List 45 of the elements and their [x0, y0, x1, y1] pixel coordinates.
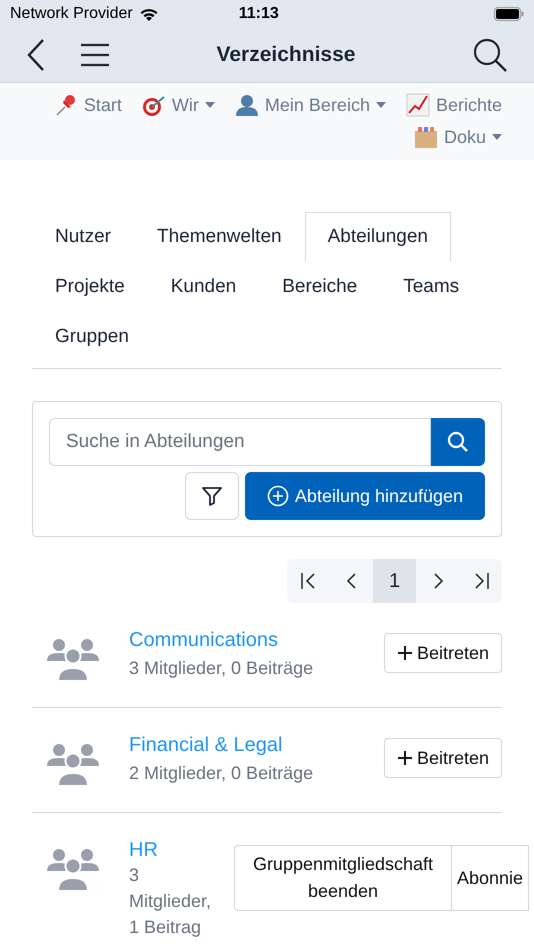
group-action-button[interactable]: Gruppenmitgliedschaft beenden [234, 845, 452, 911]
department-stats: 3 Mitglieder, 0 Beiträge [129, 658, 314, 679]
group-icon [47, 744, 99, 786]
search-icon [447, 431, 469, 453]
chart-icon [406, 93, 430, 117]
nav-menu-item[interactable]: Wir [142, 91, 215, 119]
plus-icon [396, 750, 413, 766]
tab[interactable]: Teams [380, 262, 482, 312]
page-title: Verzeichnisse [216, 43, 356, 67]
clock-time: 11:13 [238, 5, 279, 23]
nav-menu-item[interactable]: Doku [414, 123, 502, 151]
search-icon[interactable] [472, 37, 508, 73]
filter-icon [201, 485, 223, 507]
back-icon[interactable] [26, 38, 46, 72]
file-box-icon [414, 125, 438, 149]
pushpin-icon [54, 93, 78, 117]
tab[interactable]: Gruppen [32, 312, 152, 362]
battery-icon [494, 7, 524, 21]
nav-menu-item[interactable]: Mein Bereich [234, 91, 386, 119]
plus-icon [396, 645, 413, 661]
join-button[interactable]: Beitreten [384, 633, 502, 673]
tab[interactable]: Bereiche [259, 262, 380, 312]
join-button[interactable]: Beitreten [384, 738, 502, 778]
search-field[interactable]: Suche in Abteilungen [49, 418, 431, 466]
add-department-button[interactable]: Abteilung hinzufügen [245, 472, 485, 520]
nav-menu-item[interactable]: Berichte [406, 91, 502, 119]
page-button[interactable]: 1 [373, 559, 416, 603]
wifi-icon [138, 6, 159, 22]
carrier-name: Network Provider [10, 5, 133, 23]
tab[interactable]: Nutzer [32, 212, 134, 262]
tab[interactable]: Projekte [32, 262, 148, 312]
tab[interactable]: Kunden [148, 262, 260, 312]
plus-circle-icon [266, 485, 289, 507]
group-action-button[interactable]: Abonnie [451, 845, 530, 911]
menu-icon[interactable] [80, 43, 110, 67]
department-stats: 2 Mitglieder, 0 Beiträge [129, 763, 314, 784]
department-stats: 3 Mitglieder, 1 Beitrag [129, 864, 212, 939]
tab[interactable]: Themenwelten [134, 212, 305, 262]
nav-menu-item[interactable]: Start [54, 91, 122, 119]
filter-button[interactable] [185, 472, 239, 520]
person-icon [234, 93, 259, 117]
group-icon [47, 849, 99, 891]
group-icon [47, 639, 99, 681]
tab[interactable]: Abteilungen [304, 212, 451, 262]
search-button[interactable] [431, 418, 485, 466]
